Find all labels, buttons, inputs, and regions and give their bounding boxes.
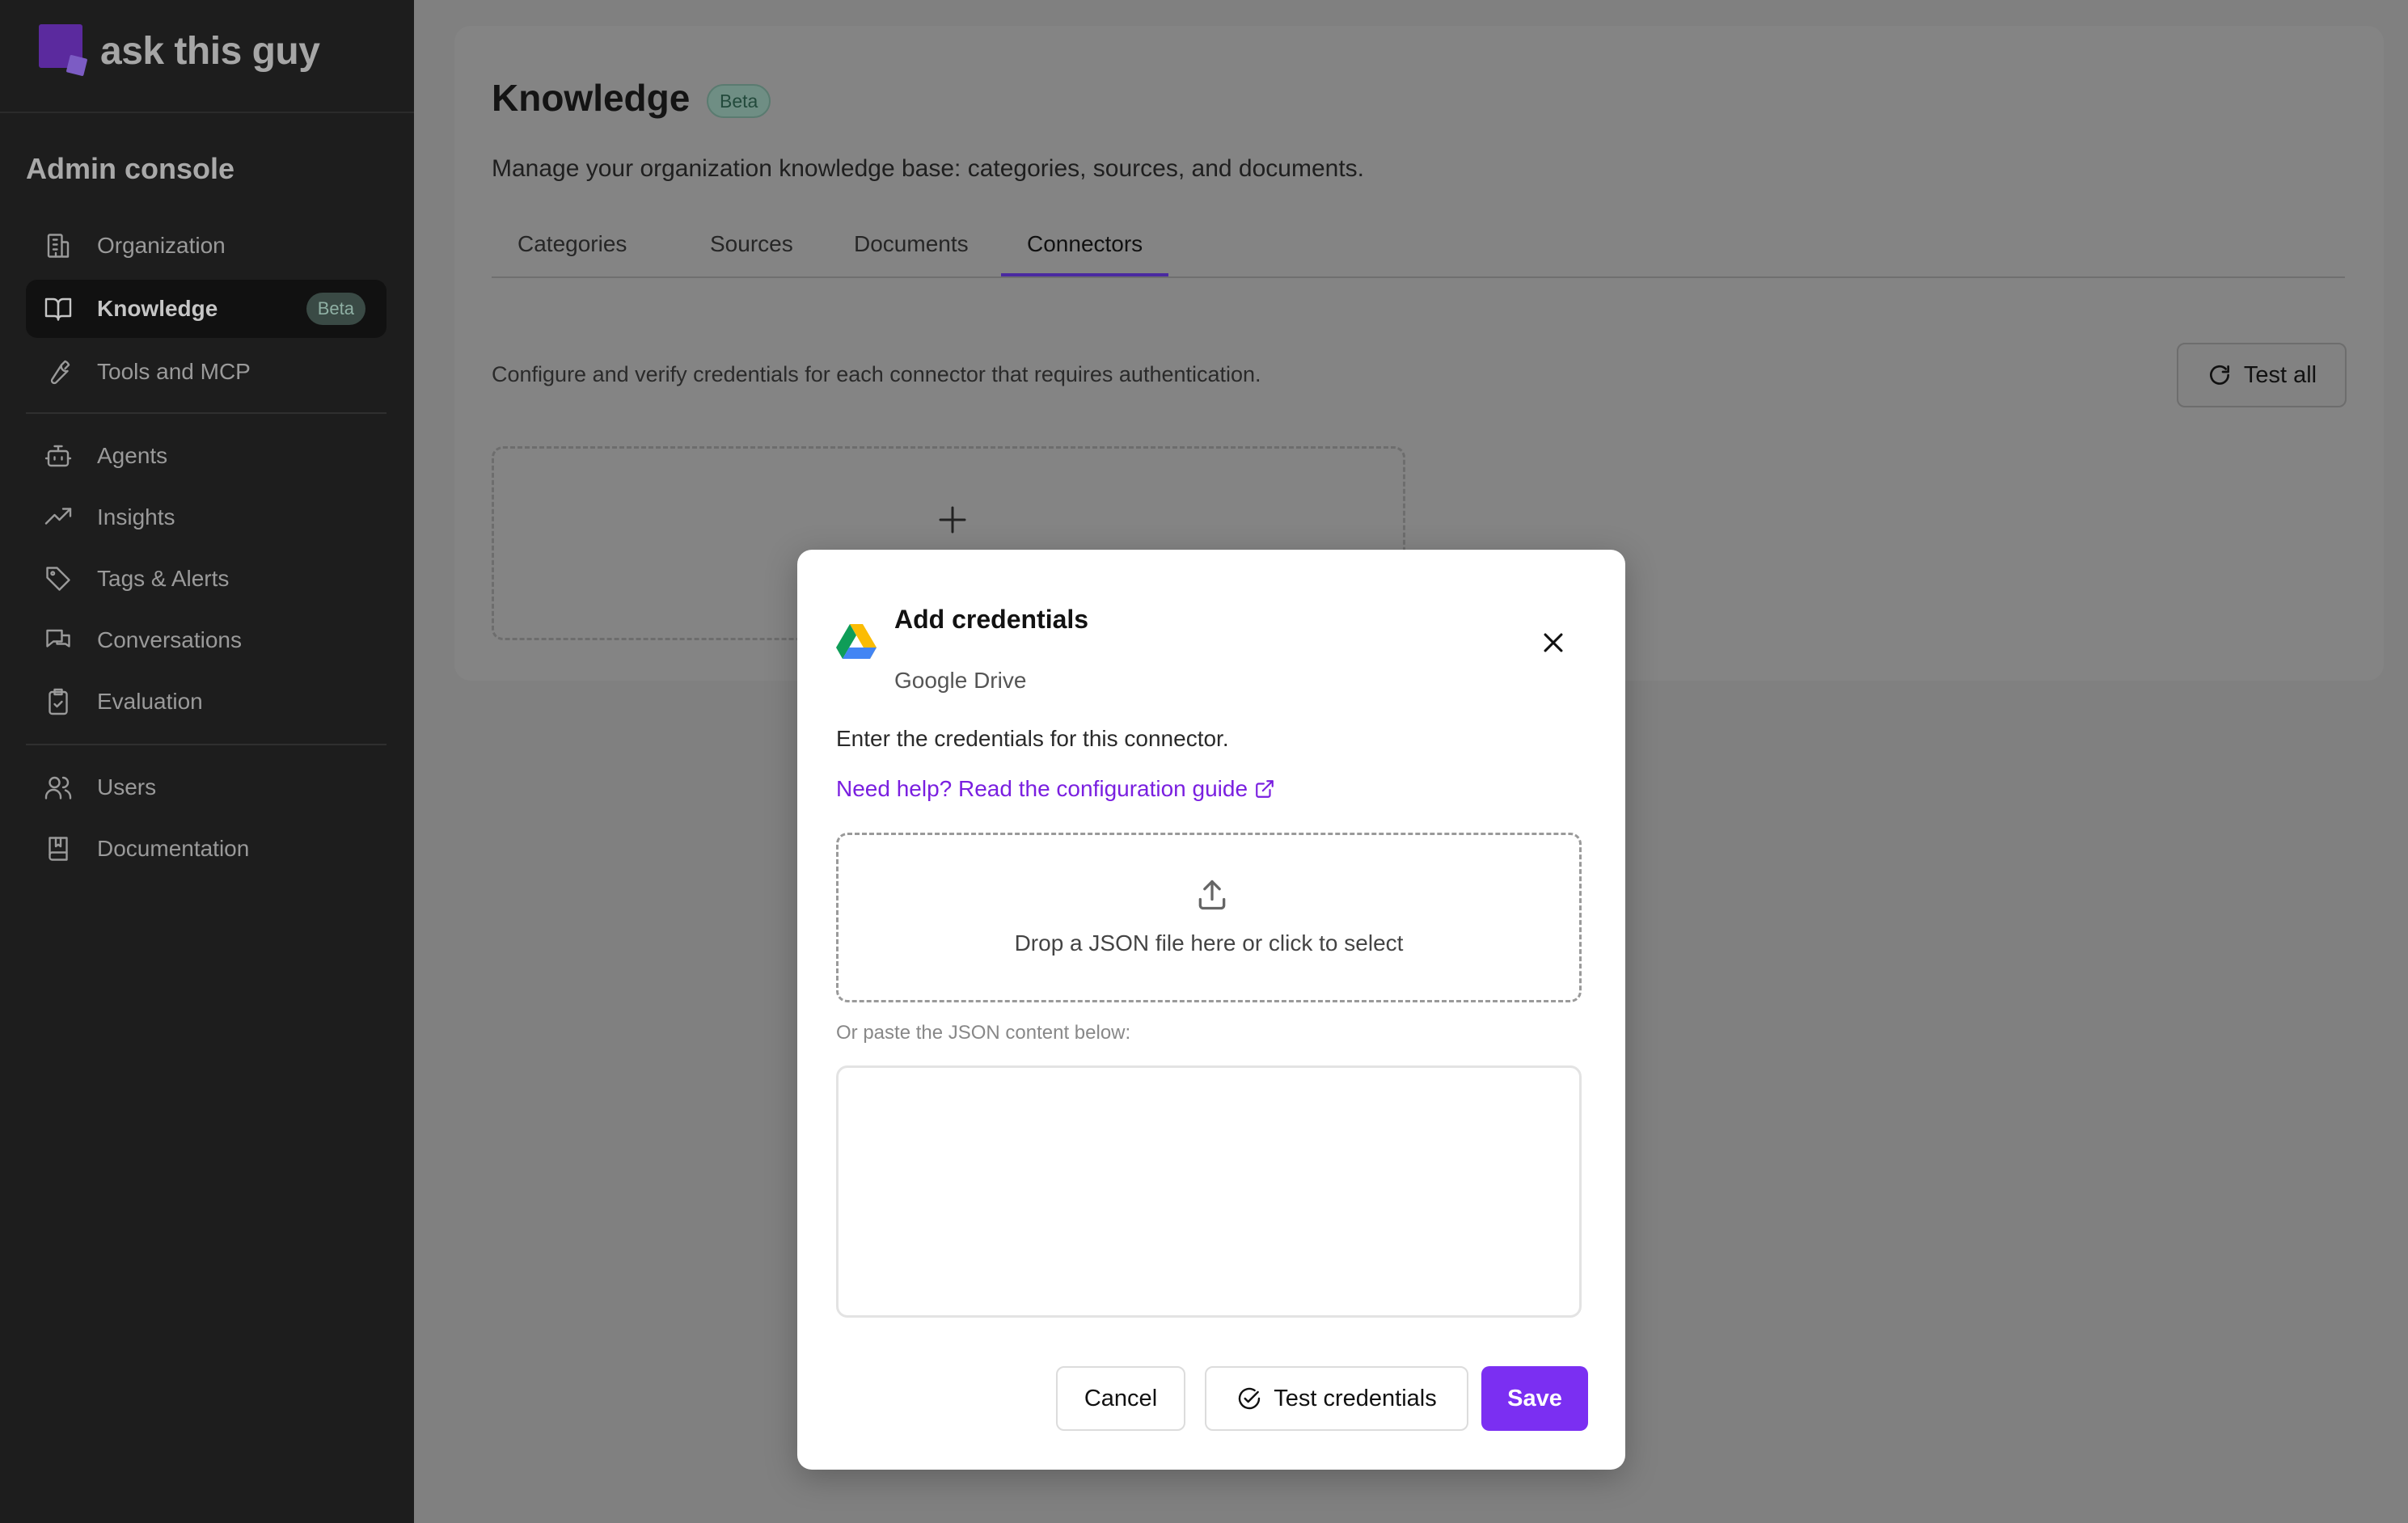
json-file-dropzone[interactable]: Drop a JSON file here or click to select xyxy=(836,833,1582,1002)
beta-badge: Beta xyxy=(707,84,771,118)
dialog-intro: Enter the credentials for this connector… xyxy=(836,726,1229,751)
refresh-icon xyxy=(2209,365,2229,385)
help-link-label: Need help? Read the configuration guide xyxy=(836,776,1248,801)
tab-bar: Categories Sources Documents Connectors xyxy=(492,218,2345,278)
brand[interactable]: ask this guy xyxy=(39,24,320,78)
sidebar-item-insights[interactable]: Insights xyxy=(26,488,387,546)
configuration-guide-link[interactable]: Need help? Read the configuration guide xyxy=(836,776,1275,802)
external-link-icon xyxy=(1256,780,1274,798)
json-content-textarea[interactable] xyxy=(836,1065,1582,1318)
sidebar-divider xyxy=(26,744,387,745)
sidebar-item-label: Tags & Alerts xyxy=(97,566,230,591)
trending-up-icon xyxy=(44,508,72,525)
sidebar-item-label: Organization xyxy=(97,233,226,258)
sidebar-item-label: Conversations xyxy=(97,627,242,652)
add-credentials-dialog: Add credentials Google Drive Enter the c… xyxy=(797,550,1625,1470)
paste-json-label: Or paste the JSON content below: xyxy=(836,1022,1131,1044)
sidebar-item-label: Insights xyxy=(97,504,175,529)
beta-badge: Beta xyxy=(306,293,365,325)
google-drive-icon xyxy=(836,624,877,659)
sidebar: ask this guy Admin console Organization … xyxy=(0,0,414,1523)
dialog-subtitle: Google Drive xyxy=(894,668,1027,693)
close-icon[interactable] xyxy=(1540,629,1567,656)
tab-connectors[interactable]: Connectors xyxy=(1001,218,1169,276)
test-credentials-button[interactable]: Test credentials xyxy=(1205,1366,1468,1431)
page-description: Manage your organization knowledge base:… xyxy=(492,155,1364,182)
sidebar-divider xyxy=(26,412,387,414)
wrench-icon xyxy=(50,360,70,385)
sidebar-item-conversations[interactable]: Conversations xyxy=(26,611,387,669)
sidebar-item-tags-alerts[interactable]: Tags & Alerts xyxy=(26,550,387,608)
sidebar-title: Admin console xyxy=(26,152,235,185)
sidebar-item-label: Evaluation xyxy=(97,689,203,714)
tag-icon xyxy=(46,567,70,591)
sidebar-item-evaluation[interactable]: Evaluation xyxy=(26,673,387,731)
test-credentials-label: Test credentials xyxy=(1274,1385,1437,1411)
test-all-label: Test all xyxy=(2243,361,2317,388)
sidebar-item-knowledge[interactable]: Knowledge Beta xyxy=(26,280,387,338)
sidebar-item-users[interactable]: Users xyxy=(26,758,387,816)
sidebar-item-label: Documentation xyxy=(97,836,250,861)
connectors-description: Configure and verify credentials for eac… xyxy=(492,362,1261,386)
sidebar-item-label: Agents xyxy=(97,443,168,468)
book-icon xyxy=(49,837,68,861)
tab-sources[interactable]: Sources xyxy=(684,218,819,276)
check-circle-icon xyxy=(1239,1387,1261,1410)
sidebar-item-label: Knowledge xyxy=(97,296,218,321)
brand-logo-icon xyxy=(39,24,89,78)
brand-name: ask this guy xyxy=(100,29,320,73)
sidebar-item-label: Users xyxy=(97,774,157,799)
sidebar-item-documentation[interactable]: Documentation xyxy=(26,820,387,878)
sidebar-item-agents[interactable]: Agents xyxy=(26,427,387,485)
clipboard-check-icon xyxy=(49,688,68,715)
sidebar-item-organization[interactable]: Organization xyxy=(26,217,387,275)
cancel-button[interactable]: Cancel xyxy=(1056,1366,1185,1431)
chat-bubbles-icon xyxy=(46,629,70,648)
dialog-title: Add credentials xyxy=(894,605,1089,634)
robot-icon xyxy=(44,445,72,467)
tab-documents[interactable]: Documents xyxy=(828,218,995,276)
save-button[interactable]: Save xyxy=(1481,1366,1588,1431)
page-title: Knowledge xyxy=(492,77,691,119)
users-icon xyxy=(44,776,72,799)
building-icon xyxy=(47,234,70,258)
sidebar-divider xyxy=(0,112,414,113)
plus-icon xyxy=(939,506,966,534)
book-open-icon xyxy=(44,297,72,321)
test-all-button[interactable]: Test all xyxy=(2177,343,2347,407)
dropzone-text: Drop a JSON file here or click to select xyxy=(1014,930,1404,956)
upload-icon xyxy=(1198,880,1226,910)
sidebar-item-label: Tools and MCP xyxy=(97,359,251,384)
tab-categories[interactable]: Categories xyxy=(492,218,653,276)
sidebar-item-tools-and-mcp[interactable]: Tools and MCP xyxy=(26,343,387,401)
